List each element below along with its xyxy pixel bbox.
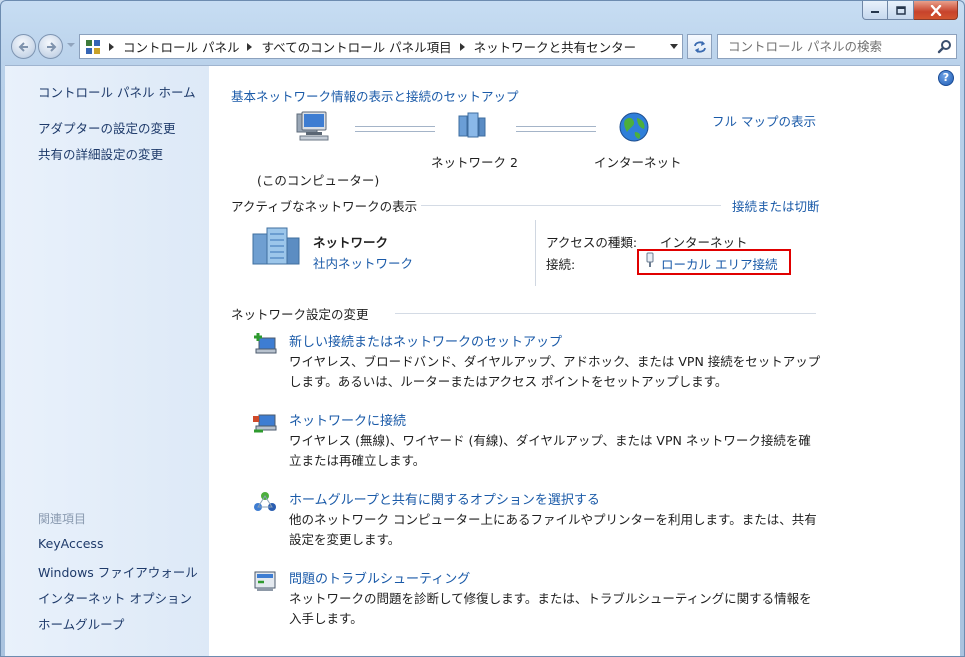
network-type-link[interactable]: 社内ネットワーク (313, 253, 413, 272)
breadcrumb-control-panel[interactable]: コントロール パネル (123, 37, 239, 56)
map-internet-label: インターネット (594, 155, 682, 170)
breadcrumb-all-items[interactable]: すべてのコントロール パネル項目 (261, 37, 451, 56)
window-controls (862, 1, 958, 20)
connect-network-icon (253, 414, 277, 433)
sidebar-control-panel-home[interactable]: コントロール パネル ホーム (38, 82, 196, 101)
network-building-icon (252, 227, 300, 265)
task-homegroup-desc: 他のネットワーク コンピューター上にあるファイルやプリンターを利用します。または… (289, 512, 817, 547)
back-button[interactable] (11, 34, 36, 59)
connection-line (516, 126, 596, 132)
task-connect-network-desc: ワイヤレス (無線)、ワイヤード (有線)、ダイヤルアップ、または VPN ネッ… (289, 433, 811, 468)
divider (395, 313, 816, 314)
breadcrumb: コントロール パネル すべてのコントロール パネル項目 ネットワークと共有センタ… (101, 37, 636, 56)
window: コントロール パネル すべてのコントロール パネル項目 ネットワークと共有センタ… (0, 0, 965, 657)
control-panel-icon (86, 39, 100, 54)
maximize-icon (895, 5, 906, 15)
maximize-button[interactable] (888, 1, 914, 20)
arrow-left-icon (18, 41, 28, 52)
help-icon[interactable]: ? (938, 70, 954, 86)
navigation-bar: コントロール パネル すべてのコントロール パネル項目 ネットワークと共有センタ… (1, 31, 964, 65)
sidebar-item-keyaccess[interactable]: KeyAccess (38, 536, 103, 551)
address-bar[interactable]: コントロール パネル すべてのコントロール パネル項目 ネットワークと共有センタ… (79, 34, 683, 59)
breadcrumb-separator-icon[interactable] (247, 42, 253, 51)
sidebar-item-homegroup[interactable]: ホームグループ (38, 614, 124, 633)
breadcrumb-separator-icon[interactable] (459, 42, 465, 51)
connection-line (355, 126, 435, 132)
sidebar-related-heading: 関連項目 (38, 512, 87, 526)
globe-icon (619, 112, 649, 142)
minimize-icon (871, 11, 879, 13)
computer-icon (296, 111, 329, 141)
task-connect-network-link[interactable]: ネットワークに接続 (289, 410, 406, 429)
active-networks-heading: アクティブなネットワークの表示 (231, 199, 418, 214)
refresh-button[interactable] (687, 34, 712, 59)
task-setup-connection-desc: ワイヤレス、ブロードバンド、ダイヤルアップ、アドホック、または VPN 接続をセ… (289, 354, 821, 389)
task-setup-connection-link[interactable]: 新しい接続またはネットワークのセットアップ (289, 331, 562, 350)
map-computer-label: (このコンピューター) (257, 173, 380, 188)
divider (421, 205, 721, 206)
breadcrumb-network-center[interactable]: ネットワークと共有センター (474, 37, 637, 56)
task-homegroup-link[interactable]: ホームグループと共有に関するオプションを選択する (289, 489, 600, 508)
sidebar-item-adapter-settings[interactable]: アダプターの設定の変更 (38, 118, 176, 137)
page-title: 基本ネットワーク情報の表示と接続のセットアップ (231, 89, 519, 104)
full-map-link[interactable]: フル マップの表示 (712, 111, 816, 130)
recent-pages-dropdown[interactable] (67, 43, 75, 47)
search-box[interactable] (717, 34, 957, 59)
connect-disconnect-link[interactable]: 接続または切断 (732, 196, 820, 215)
main-panel: ? 基本ネットワーク情報の表示と接続のセットアップ フル マップの表示 (このコ… (209, 66, 960, 656)
divider (535, 220, 536, 286)
task-troubleshoot-desc: ネットワークの問題を診断して修復します。または、トラブルシューティングに関する情… (289, 591, 812, 626)
ethernet-icon (646, 252, 654, 267)
breadcrumb-separator-icon[interactable] (109, 42, 114, 51)
forward-button[interactable] (38, 34, 63, 59)
content-area: コントロール パネル ホーム アダプターの設定の変更 共有の詳細設定の変更 関連… (5, 65, 960, 656)
network-icon (458, 112, 486, 138)
sidebar: コントロール パネル ホーム アダプターの設定の変更 共有の詳細設定の変更 関連… (5, 66, 209, 656)
minimize-button[interactable] (862, 1, 888, 20)
arrow-right-icon (46, 41, 56, 52)
homegroup-icon (254, 492, 276, 511)
sidebar-item-firewall[interactable]: Windows ファイアウォール (38, 562, 198, 581)
task-troubleshoot-link[interactable]: 問題のトラブルシューティング (289, 568, 470, 587)
search-icon[interactable] (937, 39, 952, 54)
close-icon (930, 4, 941, 16)
change-settings-heading: ネットワーク設定の変更 (231, 307, 369, 322)
address-dropdown-icon[interactable] (670, 44, 678, 49)
sidebar-item-advanced-sharing[interactable]: 共有の詳細設定の変更 (38, 144, 163, 163)
search-input[interactable] (726, 38, 930, 55)
map-network-label[interactable]: ネットワーク 2 (431, 152, 518, 171)
access-type-label: アクセスの種類: (546, 235, 638, 250)
network-name: ネットワーク (313, 235, 389, 250)
local-area-connection-link[interactable]: ローカル エリア接続 (661, 254, 777, 273)
connections-label: 接続: (546, 257, 576, 272)
refresh-icon (693, 40, 706, 53)
new-connection-icon (254, 333, 277, 354)
close-button[interactable] (914, 1, 958, 20)
troubleshoot-icon (254, 571, 276, 591)
title-bar (1, 1, 964, 31)
sidebar-item-internet-options[interactable]: インターネット オプション (38, 588, 192, 607)
